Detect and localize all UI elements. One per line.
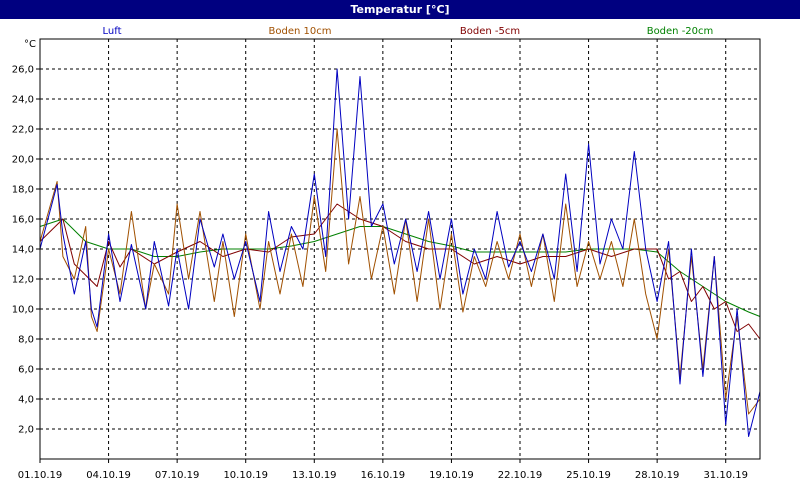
chart-background: [0, 0, 800, 500]
y-tick-label: 22,0: [12, 125, 34, 136]
legend-entry: Boden 10cm: [269, 26, 332, 37]
y-tick-label: 24,0: [12, 95, 34, 106]
y-tick-label: 8,0: [18, 335, 34, 346]
x-tick-label: 13.10.19: [292, 470, 337, 481]
x-tick-label: 16.10.19: [361, 470, 406, 481]
y-tick-label: 4,0: [18, 395, 34, 406]
x-tick-label: 07.10.19: [155, 470, 200, 481]
x-tick-label: 31.10.19: [703, 470, 748, 481]
y-tick-label: 10,0: [12, 305, 34, 316]
legend-entry: Luft: [103, 26, 122, 37]
y-tick-label: 2,0: [18, 425, 34, 436]
y-tick-label: 16,0: [12, 215, 34, 226]
legend-entry: Boden -5cm: [460, 26, 520, 37]
window-title: Temperatur [°C]: [0, 0, 800, 19]
x-tick-label: 01.10.19: [18, 470, 63, 481]
y-axis-unit: °C: [24, 39, 36, 50]
x-tick-label: 19.10.19: [429, 470, 474, 481]
y-tick-label: 12,0: [12, 275, 34, 286]
y-tick-label: 18,0: [12, 185, 34, 196]
y-tick-label: 6,0: [18, 365, 34, 376]
x-tick-label: 10.10.19: [223, 470, 268, 481]
y-tick-label: 20,0: [12, 155, 34, 166]
legend-entry: Boden -20cm: [647, 26, 714, 37]
x-tick-label: 28.10.19: [635, 470, 680, 481]
x-tick-label: 04.10.19: [86, 470, 131, 481]
y-tick-label: 26,0: [12, 65, 34, 76]
x-tick-label: 22.10.19: [498, 470, 543, 481]
y-tick-label: 14,0: [12, 245, 34, 256]
temperature-chart: 2,0 4,0 6,0 8,0 10,0 12,0 14,0 16,0 18,0 20,0 22,0…: [0, 0, 800, 500]
x-tick-label: 25.10.19: [566, 470, 611, 481]
